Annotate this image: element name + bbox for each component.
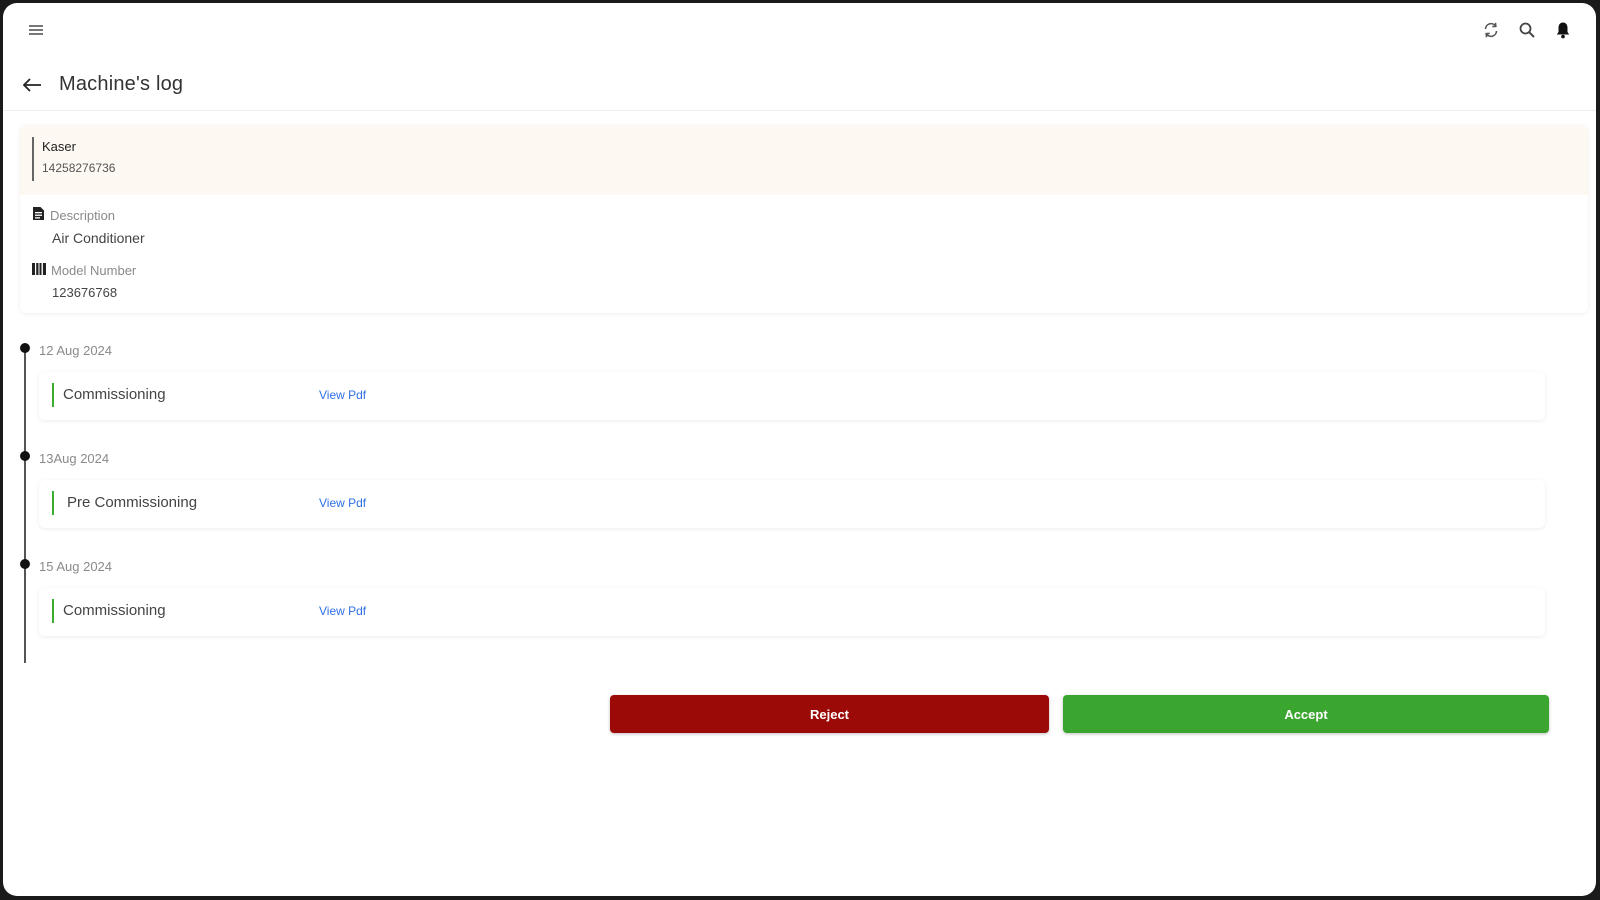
accent-bar — [32, 137, 34, 181]
machine-header: Kaser 14258276736 — [20, 125, 1588, 195]
barcode-icon — [32, 263, 46, 278]
machine-info-card: Kaser 14258276736 Description Air Condit… — [20, 125, 1588, 313]
page-header: Machine's log — [3, 59, 1596, 111]
log-entry-card: Commissioning View Pdf — [39, 372, 1545, 420]
timeline-dot — [20, 559, 30, 569]
model-number-label: Model Number — [32, 263, 136, 278]
log-entry-card: Commissioning View Pdf — [39, 588, 1545, 636]
machine-serial: 14258276736 — [42, 161, 116, 175]
description-value: Air Conditioner — [52, 230, 145, 246]
document-icon — [32, 206, 45, 224]
app-window: Machine's log Kaser 14258276736 Descript… — [3, 3, 1596, 896]
arrow-left-icon[interactable] — [21, 74, 43, 96]
machine-name: Kaser — [42, 139, 76, 154]
log-date: 15 Aug 2024 — [39, 559, 113, 574]
status-bar — [52, 383, 54, 407]
search-icon[interactable] — [1516, 19, 1538, 41]
menu-icon[interactable] — [25, 19, 47, 41]
view-pdf-link[interactable]: View Pdf — [319, 388, 366, 402]
log-type: Commissioning — [63, 386, 166, 403]
accept-button[interactable]: Accept — [1063, 695, 1549, 733]
status-bar — [52, 491, 54, 515]
timeline-dot — [20, 451, 30, 461]
log-date: 12 Aug 2024 — [39, 343, 113, 358]
model-number-value: 123676768 — [52, 285, 118, 300]
description-label-text: Description — [50, 207, 116, 223]
topbar-actions — [1480, 19, 1574, 41]
log-type: Pre Commissioning — [67, 494, 198, 511]
log-entry-card: Pre Commissioning View Pdf — [39, 480, 1545, 528]
top-app-bar — [3, 3, 1596, 57]
status-bar — [52, 599, 54, 623]
view-pdf-link[interactable]: View Pdf — [319, 496, 366, 510]
timeline-line — [24, 345, 26, 663]
reject-button[interactable]: Reject — [610, 695, 1049, 733]
log-type: Commissioning — [63, 602, 166, 619]
model-number-label-text: Model Number — [51, 263, 137, 278]
log-timeline: 12 Aug 2024 Commissioning View Pdf 13Aug… — [3, 333, 1596, 663]
log-date: 13Aug 2024 — [39, 451, 110, 466]
bell-icon[interactable] — [1552, 19, 1574, 41]
description-label: Description — [32, 206, 115, 224]
view-pdf-link[interactable]: View Pdf — [319, 604, 366, 618]
page-title: Machine's log — [59, 73, 184, 95]
timeline-dot — [20, 343, 30, 353]
sync-icon[interactable] — [1480, 19, 1502, 41]
